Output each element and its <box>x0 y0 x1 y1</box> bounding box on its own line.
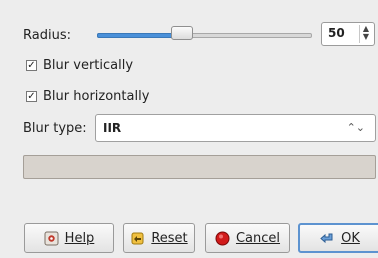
help-icon <box>44 231 59 245</box>
blur-vertically-label: Blur vertically <box>43 58 134 73</box>
reset-button[interactable]: Reset <box>123 223 195 253</box>
progress-bar <box>23 155 376 179</box>
radius-spinbox[interactable]: 50 ▲ ▼ <box>321 22 375 46</box>
blur-type-label: Blur type: <box>23 121 87 136</box>
help-label: Help <box>64 230 95 246</box>
blur-type-select[interactable]: IIR ⌃⌄ <box>95 114 376 142</box>
blur-vertically-row[interactable]: ✓ Blur vertically <box>26 58 133 73</box>
radius-slider-handle[interactable] <box>171 26 194 40</box>
blur-horizontally-label: Blur horizontally <box>43 89 150 104</box>
radius-label: Radius: <box>23 28 71 43</box>
chevron-updown-icon: ⌃⌄ <box>346 121 365 134</box>
help-button[interactable]: Help <box>24 223 114 253</box>
ok-label: OK <box>341 230 360 246</box>
cancel-button[interactable]: Cancel <box>205 223 290 253</box>
blur-horizontally-checkbox[interactable]: ✓ <box>26 91 37 102</box>
cancel-label: Cancel <box>235 230 281 246</box>
radius-slider-fill <box>97 33 175 38</box>
ok-button[interactable]: OK <box>298 223 378 253</box>
blur-vertically-checkbox[interactable]: ✓ <box>26 60 37 71</box>
reset-label: Reset <box>151 230 188 246</box>
cancel-icon <box>215 231 230 245</box>
blur-type-value: IIR <box>103 121 122 135</box>
ok-icon <box>320 233 333 243</box>
spin-arrows-icon[interactable]: ▲ ▼ <box>359 25 372 43</box>
radius-value[interactable]: 50 <box>328 26 345 40</box>
blur-horizontally-row[interactable]: ✓ Blur horizontally <box>26 89 149 104</box>
reset-icon <box>131 232 144 244</box>
